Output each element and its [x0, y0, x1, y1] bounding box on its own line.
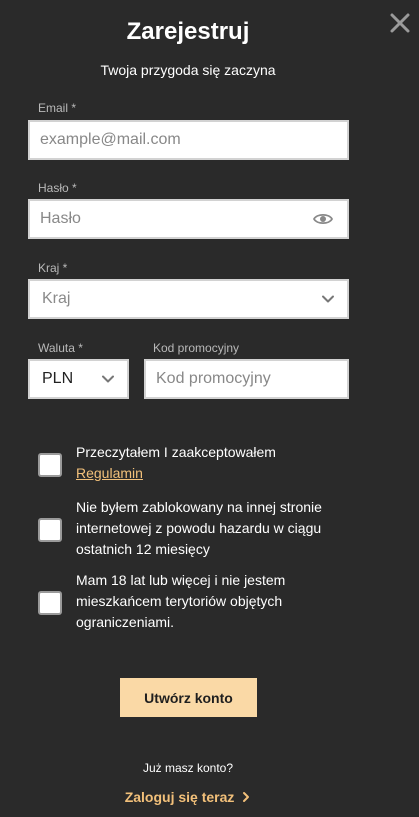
terms-text: Przeczytałem I zaakceptowałem Regulamin	[76, 442, 276, 484]
promo-field-wrapper	[144, 359, 349, 399]
promo-label: Kod promocyjny	[153, 341, 240, 355]
terms-link[interactable]: Regulamin	[76, 465, 143, 481]
email-field-wrapper	[28, 120, 349, 160]
login-link-label: Zaloguj się teraz	[124, 789, 235, 805]
have-account-text: Już masz konto?	[142, 761, 234, 775]
currency-select-value: PLN	[42, 370, 74, 387]
country-select-value: Kraj	[42, 290, 71, 307]
modal-subtitle: Twoja przygoda się zaczyna	[100, 62, 276, 78]
modal-title: Zarejestruj	[126, 18, 250, 45]
password-field[interactable]	[30, 201, 313, 237]
not-blocked-checkbox-row: Nie byłem zablokowany na innej stronie i…	[38, 497, 358, 560]
password-field-wrapper	[28, 199, 349, 239]
promo-code-field[interactable]	[146, 361, 347, 397]
password-label: Hasło *	[38, 181, 77, 195]
not-blocked-checkbox[interactable]	[38, 518, 62, 542]
age-checkbox-row: Mam 18 lat lub więcej i nie jestem miesz…	[38, 570, 358, 633]
age-label: Mam 18 lat lub więcej i nie jestem miesz…	[76, 572, 286, 630]
not-blocked-label: Nie byłem zablokowany na innej stronie i…	[76, 499, 322, 557]
country-select[interactable]: Kraj	[28, 279, 349, 319]
close-icon[interactable]	[389, 12, 411, 34]
email-field[interactable]	[30, 122, 347, 158]
create-account-button[interactable]: Utwórz konto	[120, 678, 257, 717]
chevron-down-icon	[102, 375, 114, 383]
login-link[interactable]: Zaloguj się teraz	[0, 789, 376, 805]
chevron-down-icon	[322, 295, 334, 303]
email-label: Email *	[38, 101, 77, 115]
terms-label: Przeczytałem I zaakceptowałem	[76, 444, 276, 460]
country-label: Kraj *	[38, 261, 68, 275]
age-checkbox[interactable]	[38, 591, 62, 615]
currency-select[interactable]: PLN	[28, 359, 129, 399]
terms-checkbox[interactable]	[38, 453, 62, 477]
terms-checkbox-row: Przeczytałem I zaakceptowałem Regulamin	[38, 442, 358, 484]
chevron-right-icon	[243, 792, 250, 802]
register-modal: Zarejestruj Twoja przygoda się zaczyna E…	[0, 0, 419, 817]
eye-icon[interactable]	[313, 209, 333, 229]
currency-label: Waluta *	[38, 341, 83, 355]
